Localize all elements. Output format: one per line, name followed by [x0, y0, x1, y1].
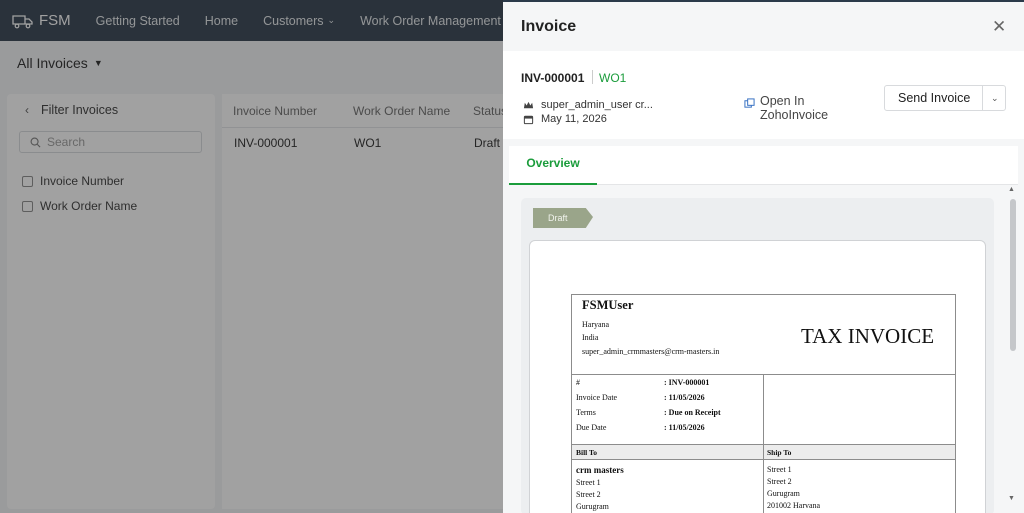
divider [763, 375, 764, 445]
bill-to-line: Gurugram [576, 502, 609, 511]
owner-row: super_admin_user cr... [523, 99, 653, 111]
detail-label: Due Date [576, 423, 607, 432]
invoice-drawer: Invoice ✕ INV-000001 WO1 super_admin_use… [503, 0, 1024, 513]
ship-to-line: Street 1 [767, 465, 792, 474]
preview-scrollbar[interactable]: ▲ ▼ [1008, 186, 1017, 513]
status-ribbon: Draft [533, 208, 593, 228]
invoice-number: INV-000001 [521, 71, 585, 85]
scroll-up-icon[interactable]: ▲ [1008, 186, 1015, 193]
detail-value: : INV-000001 [664, 378, 710, 387]
open-in-zoho-invoice-link[interactable]: Open In ZohoInvoice [744, 94, 828, 122]
document-title: TAX INVOICE [801, 324, 935, 348]
invoice-paper: FSMUser Haryana India super_admin_crmmas… [529, 240, 986, 513]
invoice-document: FSMUser Haryana India super_admin_crmmas… [571, 294, 956, 513]
owner-name: super_admin_user cr... [541, 99, 653, 111]
calendar-icon [523, 115, 534, 124]
tab-overview[interactable]: Overview [509, 146, 597, 185]
drawer-header: Invoice ✕ [503, 2, 1024, 51]
work-order-link[interactable]: WO1 [599, 71, 626, 85]
close-icon[interactable]: ✕ [992, 17, 1006, 37]
button-divider [982, 86, 983, 110]
bill-to-label: Bill To [576, 448, 598, 457]
detail-label: # [576, 378, 580, 387]
ship-to-line: Gurugram [767, 489, 800, 498]
open-in-target: ZohoInvoice [760, 108, 829, 122]
divider [763, 445, 764, 460]
open-in-label: Open In [760, 94, 805, 108]
bill-to-line: Street 2 [576, 490, 601, 499]
invoice-preview: FSMUser Haryana India super_admin_crmmas… [521, 198, 994, 513]
divider [763, 460, 764, 513]
scroll-thumb[interactable] [1010, 199, 1016, 351]
drawer-tabs: Overview [509, 146, 1018, 185]
ship-to-line: 201002 Harvana [767, 501, 821, 510]
divider [592, 70, 593, 84]
ship-to-label: Ship To [767, 448, 792, 457]
bill-to-line: Street 1 [576, 478, 601, 487]
address-line: India [582, 333, 599, 342]
send-invoice-label: Send Invoice [898, 91, 971, 105]
detail-value: : Due on Receipt [664, 408, 721, 417]
invoice-details: # : INV-000001 Invoice Date : 11/05/2026… [572, 375, 955, 445]
bill-to-line: crm masters [576, 465, 624, 475]
detail-label: Terms [576, 408, 596, 417]
crown-icon [523, 101, 534, 108]
company-name: FSMUser [582, 298, 634, 312]
chevron-down-icon[interactable]: ⌄ [991, 93, 999, 104]
invoice-summary: INV-000001 WO1 super_admin_user cr... Ma… [503, 51, 1024, 139]
detail-value: : 11/05/2026 [664, 423, 705, 432]
drawer-title: Invoice [521, 18, 577, 35]
document-header: FSMUser Haryana India super_admin_crmmas… [572, 295, 955, 375]
address-line: super_admin_crmmasters@crm-masters.in [582, 347, 720, 356]
invoice-date: May 11, 2026 [541, 113, 607, 125]
detail-value: : 11/05/2026 [664, 393, 705, 402]
external-link-icon [744, 98, 755, 108]
scroll-down-icon[interactable]: ▼ [1008, 495, 1015, 502]
detail-label: Invoice Date [576, 393, 618, 402]
send-invoice-button[interactable]: Send Invoice ⌄ [884, 85, 1006, 111]
address-line: Haryana [582, 320, 610, 329]
address-header: Bill To Ship To [572, 445, 955, 460]
date-row: May 11, 2026 [523, 113, 607, 125]
ship-to-line: Street 2 [767, 477, 792, 486]
